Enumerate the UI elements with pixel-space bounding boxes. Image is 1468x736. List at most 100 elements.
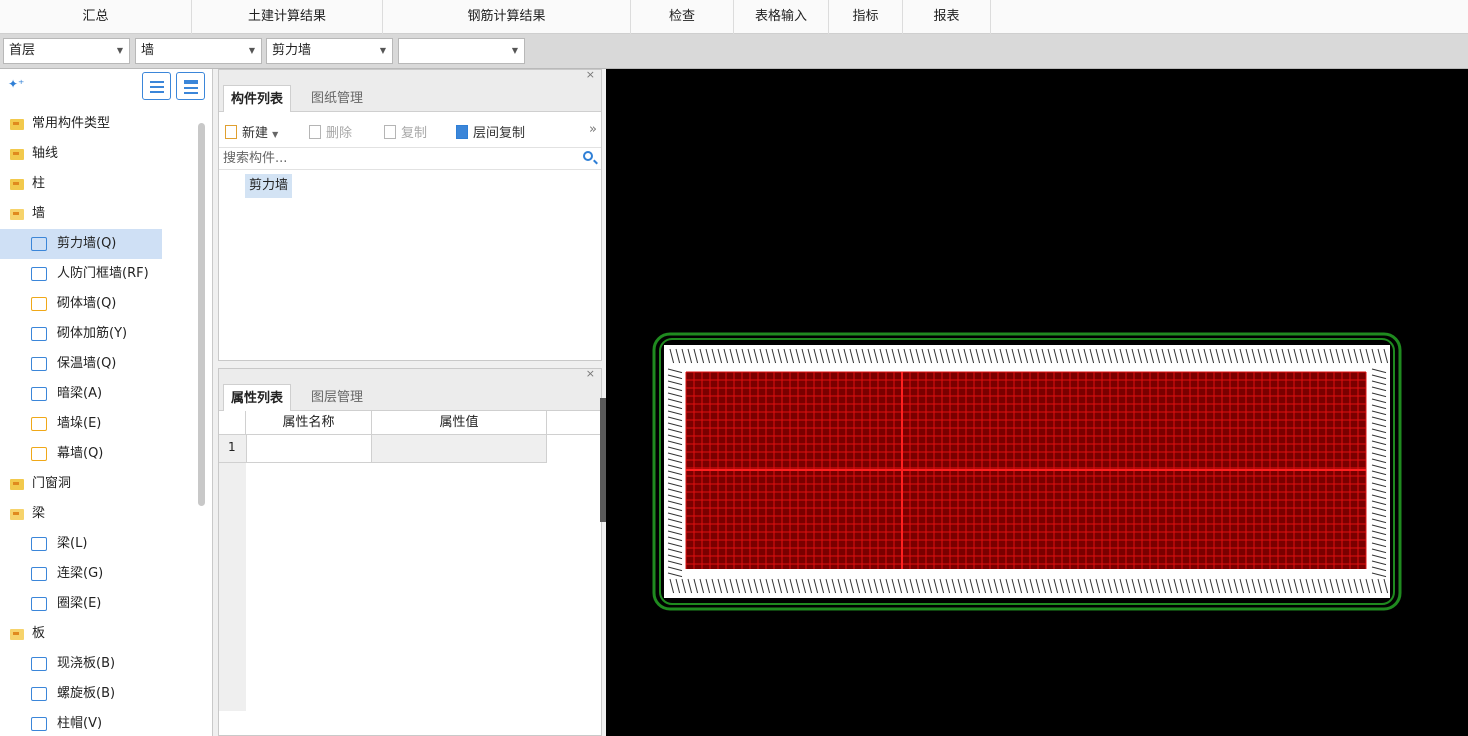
tree-item[interactable]: 现浇板(B) [0,649,198,679]
tree-item[interactable]: 柱 [0,169,198,199]
tree-item[interactable]: 板 [0,619,198,649]
tree-item[interactable]: 暗梁(A) [0,379,198,409]
row-number: 1 [228,440,236,454]
floor-copy-button-label: 层间复制 [473,126,526,141]
floor-select-value: 首层 [9,43,36,58]
drawing-canvas[interactable] [606,69,1468,736]
tree-item-label: 柱 [32,176,46,191]
row-number-header [219,411,246,435]
folder-icon [10,149,24,160]
tab-drawing-management[interactable]: 图纸管理 [304,85,370,112]
close-icon[interactable]: × [586,367,595,380]
component-tree: 常用构件类型 轴线柱墙剪力墙(Q) 人防门框墙(RF) 砌体墙(Q) 砌体加筋(Y) 保温… [0,109,198,736]
tab-property-list[interactable]: 属性列表 [223,384,292,411]
hidden-beam-icon [31,387,47,401]
tab-component-list[interactable]: 构件列表 [223,85,292,112]
component-list-item[interactable]: 剪力墙 [245,174,293,198]
tree-item[interactable]: 梁(L) [0,529,198,559]
chevron-down-icon: ▼ [511,46,518,55]
door-frame-wall-icon [31,267,47,281]
floor-select[interactable]: 首层 ▼ [3,38,130,64]
tree-item[interactable]: 门窗洞 [0,469,198,499]
tree-item-label: 梁(L) [57,536,88,551]
menu-civil-results[interactable]: 土建计算结果 [192,0,383,34]
copy-button[interactable]: 复制 [384,122,427,141]
tree-item-label: 墙 [32,206,46,221]
menu-check[interactable]: 检查 [631,0,734,34]
tree-item[interactable]: 剪力墙(Q) [0,229,162,259]
tree-item-label: 轴线 [32,146,59,161]
component-search-input[interactable]: 搜索构件... [219,148,601,170]
menu-reports[interactable]: 报表 [903,0,991,34]
add-sparkle-icon[interactable]: ✦⁺ [8,77,24,91]
folder-open-icon [10,209,24,220]
menu-table-input[interactable]: 表格输入 [734,0,829,34]
menu-rebar-results[interactable]: 钢筋计算结果 [383,0,631,34]
tree-item[interactable]: 砌体墙(Q) [0,289,198,319]
main-menu-bar: 汇总 土建计算结果 钢筋计算结果 检查 表格输入 指标 报表 [0,0,1468,34]
tree-item-label: 人防门框墙(RF) [57,266,149,281]
tree-item-label: 常用构件类型 [32,116,111,131]
tree-item[interactable]: 梁 [0,499,198,529]
tree-item[interactable]: 圈梁(E) [0,589,198,619]
masonry-wall-icon [31,297,47,311]
category-select-value: 墙 [141,43,155,58]
property-name-header: 属性名称 [246,411,372,435]
cast-slab-icon [31,657,47,671]
property-grid: 属性名称 属性值 1 [219,411,601,711]
folder-icon [10,119,24,130]
table-row[interactable]: 1 [219,435,547,463]
tree-item[interactable]: 柱帽(V) [0,709,198,736]
tree-item-label: 砌体墙(Q) [57,296,117,311]
tree-item-label: 保温墙(Q) [57,356,117,371]
tree-item-label: 螺旋板(B) [57,686,116,701]
tree-item-label: 剪力墙(Q) [57,236,117,251]
tree-item[interactable]: 保温墙(Q) [0,349,198,379]
coupling-beam-icon [31,567,47,581]
delete-button-label: 删除 [326,126,353,141]
tree-item[interactable]: 砌体加筋(Y) [0,319,198,349]
category-select[interactable]: 墙 ▼ [135,38,262,64]
tree-item[interactable]: 常用构件类型 [0,109,198,139]
tree-item[interactable]: 幕墙(Q) [0,439,198,469]
floor-copy-button[interactable]: 层间复制 [456,122,525,141]
tree-item-label: 暗梁(A) [57,386,103,401]
close-icon[interactable]: × [586,68,595,81]
folder-icon [10,179,24,190]
masonry-rebar-icon [31,327,47,341]
tree-item[interactable]: 螺旋板(B) [0,679,198,709]
menu-summary[interactable]: 汇总 [0,0,192,34]
tree-item-label: 连梁(G) [57,566,104,581]
chevron-down-icon: ▼ [379,46,386,55]
detail-view-button[interactable] [176,72,205,100]
column-cap-icon [31,717,47,731]
component-search-placeholder: 搜索构件... [223,151,288,166]
tree-item-label: 圈梁(E) [57,596,102,611]
tree-item-label: 墙垛(E) [57,416,102,431]
tree-item-label: 现浇板(B) [57,656,116,671]
tree-item-label: 板 [32,626,46,641]
wall-pier-icon [31,417,47,431]
component-tree-panel: ✦⁺ 常用构件类型 轴线柱墙剪力墙(Q) 人防门框墙(RF) 砌体墙(Q) 砌体加筋(Y… [0,69,213,736]
more-tools-icon[interactable]: » [589,122,597,137]
search-icon[interactable] [583,151,593,161]
property-value-header: 属性值 [372,411,547,435]
menu-indicators[interactable]: 指标 [829,0,903,34]
tree-item[interactable]: 墙垛(E) [0,409,198,439]
component-list-panel: × 构件列表 图纸管理 新建 ▼ 删除 复制 层间复制 » 搜索构件... 剪力… [218,68,602,361]
beam-icon [31,537,47,551]
extra-select[interactable]: ▼ [398,38,525,64]
tree-scrollbar[interactable] [198,123,205,506]
tree-item[interactable]: 墙 [0,199,198,229]
tab-layer-management[interactable]: 图层管理 [304,384,370,411]
delete-button[interactable]: 删除 [309,122,352,141]
type-select[interactable]: 剪力墙 ▼ [266,38,393,64]
tree-item[interactable]: 人防门框墙(RF) [0,259,198,289]
shear-wall-icon [31,237,47,251]
curtain-wall-icon [31,447,47,461]
tree-item[interactable]: 轴线 [0,139,198,169]
list-view-button[interactable] [142,72,171,100]
folder-icon [10,479,24,490]
tree-item[interactable]: 连梁(G) [0,559,198,589]
new-button[interactable]: 新建 ▼ [225,122,278,141]
